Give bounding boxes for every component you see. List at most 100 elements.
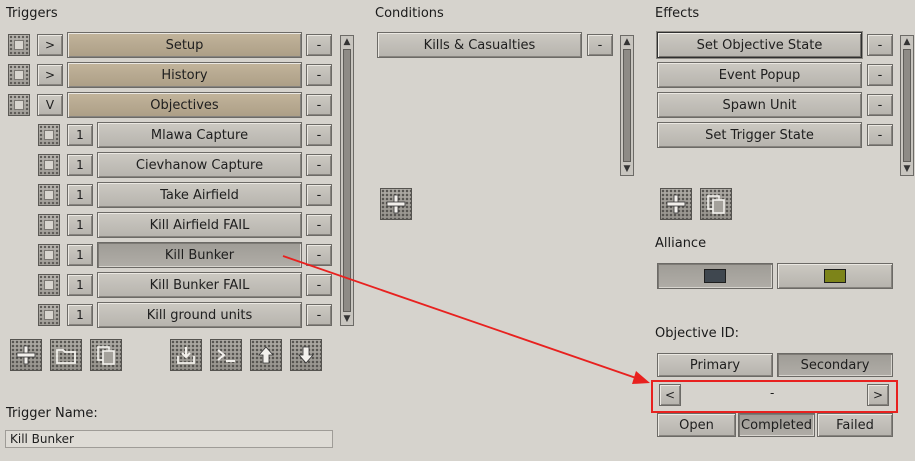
conditions-scrollbar[interactable]: ▲ ▼ [620,35,634,176]
objective-state-open[interactable]: Open [657,413,736,437]
scroll-up-icon[interactable]: ▲ [901,36,913,48]
scroll-up-icon[interactable]: ▲ [341,36,353,48]
effect-item-set-trigger-state[interactable]: Set Trigger State [657,122,862,148]
remove-button[interactable]: - [306,154,332,176]
scroll-thumb[interactable] [343,49,351,312]
group-toggle-setup[interactable]: > [37,34,63,56]
scroll-up-icon[interactable]: ▲ [621,36,633,48]
remove-button[interactable]: - [867,34,893,56]
objective-tab-primary[interactable]: Primary [657,353,773,377]
remove-button[interactable]: - [306,184,332,206]
trigger-item-kill-ground-units[interactable]: Kill ground units [97,302,302,328]
remove-button[interactable]: - [587,34,613,56]
remove-button[interactable]: - [867,94,893,116]
trigger-item-kill-airfield-fail[interactable]: Kill Airfield FAIL [97,212,302,238]
script-button[interactable] [210,339,242,371]
trigger-checkbox[interactable] [38,124,60,146]
remove-button[interactable]: - [306,94,332,116]
trigger-checkbox[interactable] [38,184,60,206]
trigger-checkbox[interactable] [38,304,60,326]
group-checkbox-history[interactable] [8,64,30,86]
effects-scrollbar[interactable]: ▲ ▼ [900,35,914,176]
triggers-scrollbar[interactable]: ▲ ▼ [340,35,354,326]
scroll-thumb[interactable] [903,49,911,162]
objective-id-value: - [770,386,775,400]
add-folder-button[interactable] [50,339,82,371]
group-button-setup[interactable]: Setup [67,32,302,58]
import-button[interactable] [170,339,202,371]
scroll-down-icon[interactable]: ▼ [341,313,353,325]
plus-icon [386,194,406,214]
group-button-objectives[interactable]: Objectives [67,92,302,118]
scroll-down-icon[interactable]: ▼ [901,163,913,175]
effect-item-spawn-unit[interactable]: Spawn Unit [657,92,862,118]
arrow-down-icon [298,346,314,364]
trigger-item-kill-bunker-selected[interactable]: Kill Bunker [97,242,302,268]
conditions-title: Conditions [375,6,444,21]
objective-tab-secondary[interactable]: Secondary [777,353,893,377]
trigger-checkbox[interactable] [38,214,60,236]
trigger-count[interactable]: 1 [67,214,93,236]
objective-next-button[interactable]: > [867,384,889,406]
trigger-checkbox[interactable] [38,244,60,266]
triggers-title: Triggers [6,6,58,21]
trigger-name-input[interactable]: Kill Bunker [5,430,333,448]
add-effect-button[interactable] [660,188,692,220]
add-condition-button[interactable] [380,188,412,220]
scroll-thumb[interactable] [623,49,631,162]
trigger-checkbox[interactable] [38,154,60,176]
annotation-arrow-head [632,371,650,384]
objective-id-title: Objective ID: [655,326,739,341]
trigger-count[interactable]: 1 [67,304,93,326]
remove-button[interactable]: - [306,274,332,296]
copy-icon [707,195,725,214]
effects-title: Effects [655,6,700,21]
objective-prev-button[interactable]: < [659,384,681,406]
remove-button[interactable]: - [306,124,332,146]
trigger-item-take-airfield[interactable]: Take Airfield [97,182,302,208]
trigger-item-mlawa-capture[interactable]: Mlawa Capture [97,122,302,148]
duplicate-trigger-button[interactable] [90,339,122,371]
remove-button[interactable]: - [306,214,332,236]
remove-button[interactable]: - [306,304,332,326]
objective-state-completed[interactable]: Completed [738,413,815,437]
condition-item-kills-casualties[interactable]: Kills & Casualties [377,32,582,58]
remove-button[interactable]: - [306,244,332,266]
trigger-count[interactable]: 1 [67,274,93,296]
trigger-count[interactable]: 1 [67,184,93,206]
effect-item-event-popup[interactable]: Event Popup [657,62,862,88]
remove-button[interactable]: - [867,124,893,146]
remove-button[interactable]: - [867,64,893,86]
add-trigger-button[interactable] [10,339,42,371]
alliance-color-swatch [704,269,726,283]
remove-button[interactable]: - [306,64,332,86]
alliance-color-swatch [824,269,846,283]
objective-state-failed[interactable]: Failed [817,413,893,437]
group-button-history[interactable]: History [67,62,302,88]
move-down-button[interactable] [290,339,322,371]
trigger-count[interactable]: 1 [67,244,93,266]
move-up-button[interactable] [250,339,282,371]
annotation-highlight-box [651,380,898,413]
trigger-name-label: Trigger Name: [6,406,98,421]
group-toggle-objectives[interactable]: V [37,94,63,116]
plus-icon [666,194,686,214]
scroll-down-icon[interactable]: ▼ [621,163,633,175]
trigger-count[interactable]: 1 [67,124,93,146]
trigger-count[interactable]: 1 [67,154,93,176]
duplicate-effect-button[interactable] [700,188,732,220]
group-toggle-history[interactable]: > [37,64,63,86]
plus-icon [16,345,36,365]
folder-icon [56,349,76,364]
remove-button[interactable]: - [306,34,332,56]
trigger-item-kill-bunker-fail[interactable]: Kill Bunker FAIL [97,272,302,298]
effect-item-set-objective-state[interactable]: Set Objective State [657,32,862,58]
trigger-item-cievhanow-capture[interactable]: Cievhanow Capture [97,152,302,178]
group-checkbox-setup[interactable] [8,34,30,56]
trigger-checkbox[interactable] [38,274,60,296]
alliance-button-green[interactable] [777,263,893,289]
arrow-up-icon [258,346,274,364]
alliance-button-blue[interactable] [657,263,773,289]
terminal-icon [217,349,235,362]
group-checkbox-objectives[interactable] [8,94,30,116]
